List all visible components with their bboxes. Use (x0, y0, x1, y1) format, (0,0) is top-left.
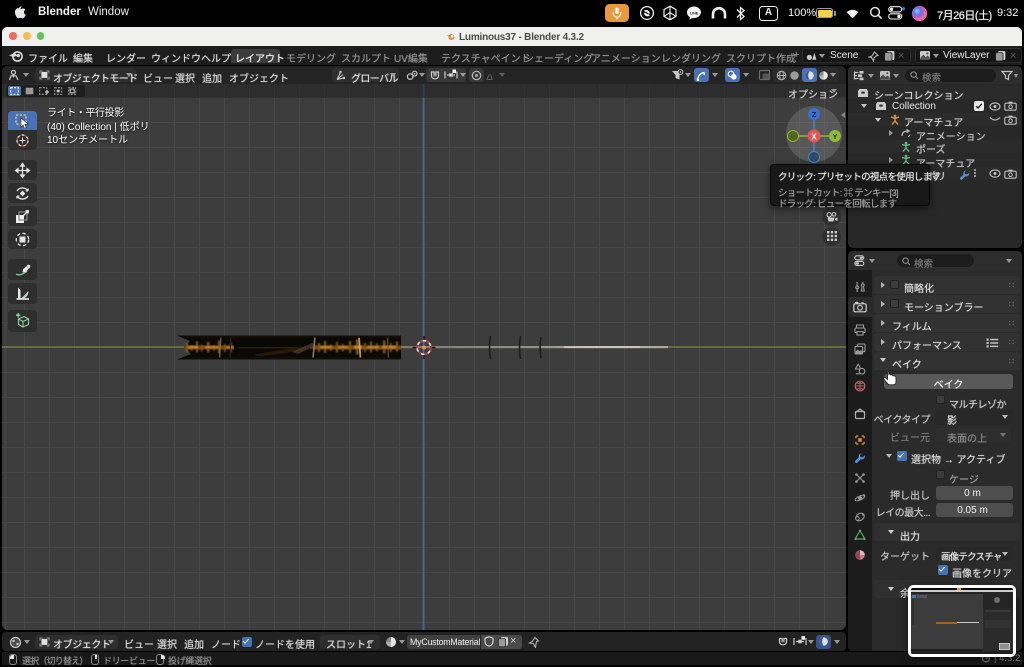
svg-text:Z: Z (812, 110, 817, 119)
svg-text:X: X (811, 133, 817, 142)
svg-text:Y: Y (832, 132, 837, 141)
svg-text:LINE: LINE (690, 11, 699, 15)
